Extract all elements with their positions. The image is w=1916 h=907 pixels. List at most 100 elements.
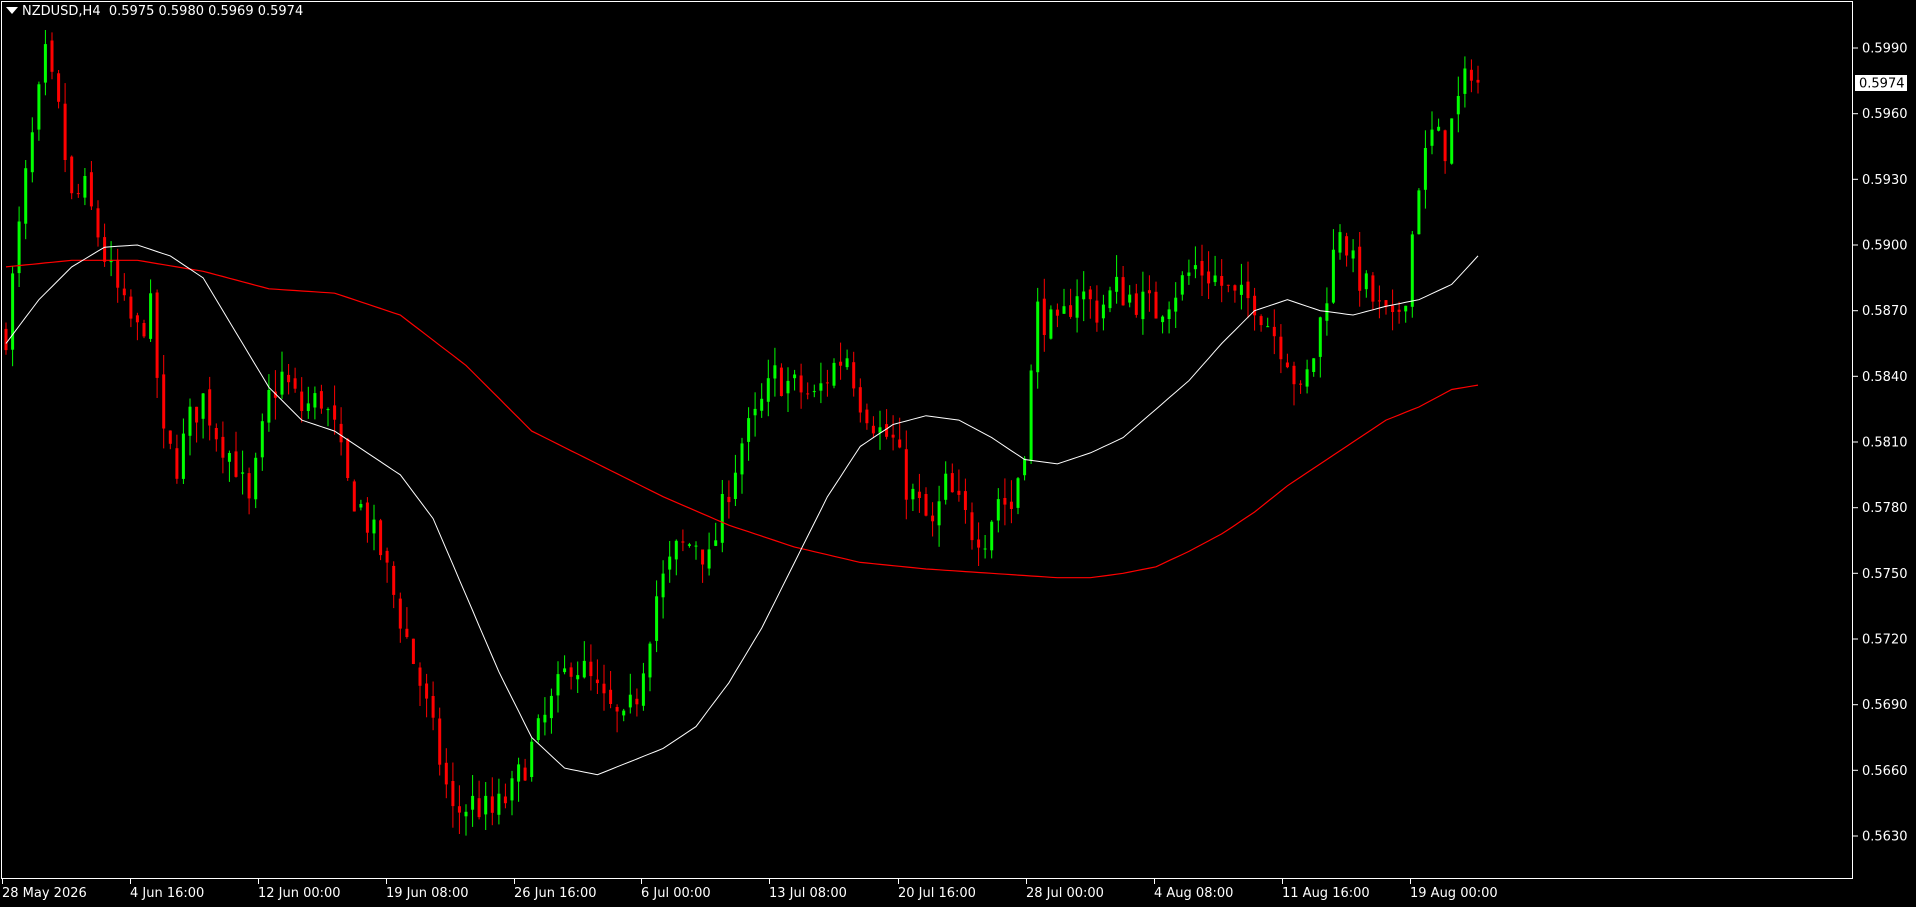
time-tick-label: 28 Jul 00:00 <box>1026 886 1104 901</box>
candle-body <box>195 406 199 423</box>
candle-body <box>543 714 547 723</box>
candle-body <box>392 565 396 595</box>
candle-body <box>720 494 724 543</box>
candle-body <box>129 296 133 319</box>
candle-body <box>1193 265 1197 270</box>
candle-body <box>885 424 889 437</box>
candle-body <box>1174 297 1178 312</box>
candle-body <box>1246 281 1250 299</box>
time-tick-label: 6 Jul 00:00 <box>641 886 711 901</box>
price-tick-label: 0.5990 <box>1862 42 1908 57</box>
candle-body <box>1161 316 1165 323</box>
candle-body <box>1391 305 1395 312</box>
candle-body <box>57 73 61 102</box>
candle-body <box>313 393 317 408</box>
candle-body <box>1200 261 1204 276</box>
candle-body <box>293 378 297 389</box>
candle-body <box>497 793 501 815</box>
candle-body <box>681 541 685 543</box>
candle-body <box>30 132 34 173</box>
candle-body <box>733 472 737 499</box>
candle-body <box>1009 501 1013 509</box>
price-tick-label: 0.5900 <box>1862 239 1908 254</box>
candle-body <box>990 521 994 551</box>
candle-body <box>1167 309 1171 319</box>
candle-body <box>89 172 93 207</box>
candle-body <box>1469 69 1473 81</box>
candle-body <box>1036 301 1040 373</box>
candle-body <box>4 328 8 351</box>
candle-body <box>484 795 488 815</box>
candle-body <box>523 767 527 781</box>
candle-body <box>411 638 415 664</box>
candle-body <box>471 795 475 810</box>
candle-body <box>891 434 895 438</box>
price-tick-label: 0.5810 <box>1862 436 1908 451</box>
candle-body <box>464 811 468 817</box>
candle-body <box>247 473 251 499</box>
time-tick-label: 19 Jun 08:00 <box>386 886 469 901</box>
candle-body <box>839 361 843 366</box>
candle-body <box>878 427 882 433</box>
candle-body <box>937 501 941 526</box>
dropdown-triangle-icon[interactable] <box>6 7 18 14</box>
candle-body <box>806 393 810 395</box>
candle-body <box>753 408 757 416</box>
time-tick-label: 4 Jun 16:00 <box>130 886 204 901</box>
candle-body <box>405 628 409 637</box>
candle-body <box>1115 276 1119 292</box>
candle-body <box>701 549 705 565</box>
candle-body <box>595 679 599 684</box>
candle-body <box>214 428 218 440</box>
candle-body <box>963 491 967 510</box>
candle-body <box>1364 273 1368 290</box>
candle-body <box>359 504 363 508</box>
candle-body <box>1049 309 1053 339</box>
candle-body <box>1338 232 1342 253</box>
current-price-label: 0.5974 <box>1855 75 1907 92</box>
candle-body <box>898 439 902 448</box>
candle-body <box>622 710 626 716</box>
candle-body <box>280 371 284 395</box>
price-tick-label: 0.5960 <box>1862 107 1908 122</box>
candle-body <box>168 430 172 444</box>
candle-body <box>1443 130 1447 162</box>
candle-body <box>609 689 613 704</box>
time-tick-label: 13 Jul 08:00 <box>769 886 847 901</box>
candle-body <box>563 668 567 673</box>
candle-body <box>155 292 159 378</box>
candle-body <box>1095 300 1099 323</box>
candle-body <box>825 382 829 384</box>
candle-body <box>845 358 849 368</box>
candle-body <box>1187 272 1191 276</box>
candle-body <box>175 448 179 479</box>
candle-body <box>43 44 47 83</box>
candle-body <box>1239 284 1243 295</box>
candle-body <box>227 453 231 462</box>
price-tick-label: 0.5720 <box>1862 633 1908 648</box>
candle-body <box>536 718 540 740</box>
candle-body <box>490 796 494 813</box>
candle-body <box>306 403 310 411</box>
candle-body <box>208 389 212 426</box>
candle-body <box>122 288 126 296</box>
candle-body <box>1285 362 1289 368</box>
candle-body <box>996 499 1000 521</box>
candle-body <box>773 365 777 379</box>
price-tick-label: 0.5840 <box>1862 370 1908 385</box>
candle-body <box>287 374 291 383</box>
candle-body <box>142 323 146 337</box>
candle-body <box>116 259 120 288</box>
candle-body <box>727 496 731 503</box>
price-tick-label: 0.5870 <box>1862 304 1908 319</box>
chart-header: NZDUSD,H4 0.5975 0.5980 0.5969 0.5974 <box>6 4 303 20</box>
candle-body <box>234 451 238 477</box>
price-tick-label: 0.5660 <box>1862 764 1908 779</box>
candle-body <box>549 695 553 719</box>
candle-body <box>96 208 100 238</box>
candle-body <box>444 762 448 785</box>
candle-body <box>503 796 507 804</box>
candle-body <box>648 643 652 678</box>
price-chart[interactable]: 0.5990 0.5960 0.5930 0.5900 0.5870 0.5840 0.58… <box>0 0 1916 907</box>
candle-body <box>1213 275 1217 283</box>
